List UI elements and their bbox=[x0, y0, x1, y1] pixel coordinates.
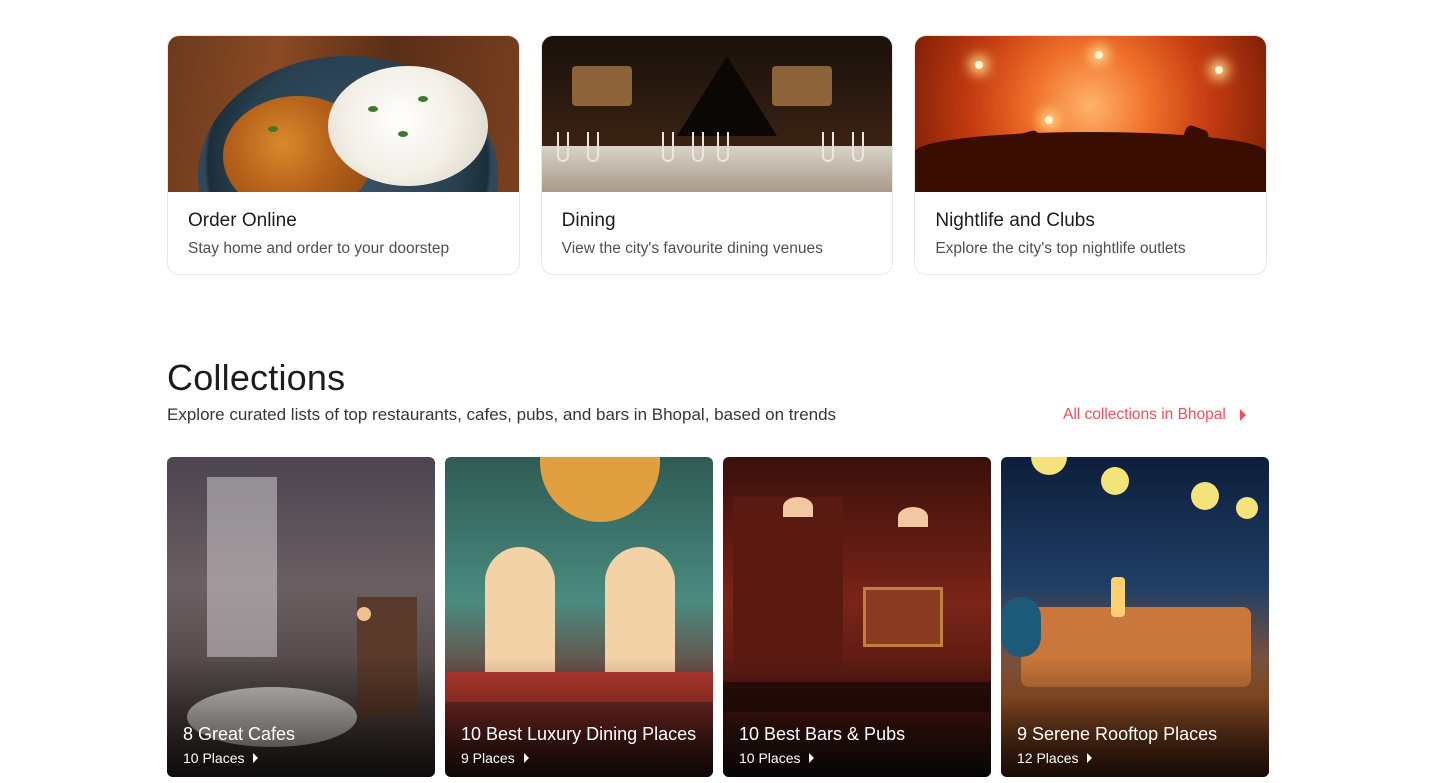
collections-subtitle: Explore curated lists of top restaurants… bbox=[167, 405, 837, 424]
collection-count: 9 Places bbox=[461, 750, 529, 766]
collection-tile[interactable]: 10 Best Luxury Dining Places 9 Places bbox=[445, 457, 713, 777]
caret-right-icon bbox=[1087, 753, 1093, 763]
card-subtitle: Stay home and order to your doorstep bbox=[188, 240, 450, 257]
collection-count: 10 Places bbox=[183, 750, 259, 766]
collection-tile[interactable]: 8 Great Cafes 10 Places bbox=[167, 457, 435, 777]
all-collections-label: All collections in Bhopal bbox=[1063, 406, 1226, 423]
caret-right-icon bbox=[1239, 409, 1246, 421]
caret-right-icon bbox=[523, 753, 529, 763]
card-title: Dining bbox=[561, 210, 616, 231]
collection-title: 10 Best Bars & Pubs bbox=[739, 724, 906, 744]
order-online-image bbox=[168, 36, 519, 192]
collection-count-label: 10 Places bbox=[183, 750, 245, 766]
collection-tile[interactable]: 9 Serene Rooftop Places 12 Places bbox=[1001, 457, 1269, 777]
collection-count-label: 10 Places bbox=[739, 750, 801, 766]
collection-count-label: 9 Places bbox=[461, 750, 515, 766]
card-title: Order Online bbox=[188, 210, 297, 231]
order-online-card[interactable]: Order Online Stay home and order to your… bbox=[167, 35, 520, 275]
caret-right-icon bbox=[809, 753, 815, 763]
dining-image bbox=[541, 36, 893, 192]
collection-title: 8 Great Cafes bbox=[183, 724, 296, 744]
card-subtitle: Explore the city's top nightlife outlets bbox=[935, 240, 1186, 257]
collection-title: 9 Serene Rooftop Places bbox=[1017, 724, 1218, 744]
collection-count: 12 Places bbox=[1017, 750, 1093, 766]
all-collections-link[interactable]: All collections in Bhopal bbox=[1063, 406, 1246, 424]
collection-tile[interactable]: 10 Best Bars & Pubs 10 Places bbox=[723, 457, 991, 777]
collection-title: 10 Best Luxury Dining Places bbox=[461, 724, 697, 744]
card-subtitle: View the city's favourite dining venues bbox=[561, 240, 823, 257]
collections-row: 8 Great Cafes 10 Places 10 Best Luxury D… bbox=[167, 457, 1269, 777]
collection-count-label: 12 Places bbox=[1017, 750, 1079, 766]
collections-title: Collections bbox=[167, 357, 346, 398]
caret-right-icon bbox=[253, 753, 259, 763]
nightlife-card[interactable]: Nightlife and Clubs Explore the city's t… bbox=[914, 35, 1268, 275]
nightlife-image bbox=[915, 36, 1267, 192]
category-cards: Order Online Stay home and order to your… bbox=[167, 35, 1268, 275]
collection-count: 10 Places bbox=[739, 750, 815, 766]
card-title: Nightlife and Clubs bbox=[935, 210, 1095, 231]
dining-card[interactable]: Dining View the city's favourite dining … bbox=[540, 35, 894, 275]
